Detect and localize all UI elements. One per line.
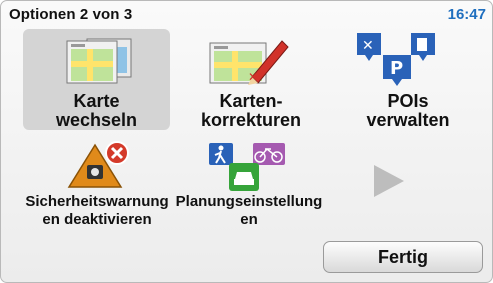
svg-text:✕: ✕ — [248, 70, 258, 84]
speed-camera-warning-icon — [67, 141, 129, 188]
map-switch-icon — [66, 38, 132, 84]
map-corrections-button[interactable]: ✕ Karten- korrekturen — [181, 29, 321, 130]
manage-pois-label: POIs verwalten — [366, 91, 450, 130]
route-planning-icon — [209, 143, 285, 191]
disable-safety-warnings-button[interactable]: Sicherheitswarnung en deaktivieren — [19, 137, 175, 229]
done-button[interactable]: Fertig — [323, 241, 483, 273]
map-correction-icon: ✕ — [209, 40, 289, 85]
svg-text:✕: ✕ — [362, 38, 374, 54]
svg-text:P: P — [390, 58, 403, 79]
screen: Optionen 2 von 3 16:47 Karte wechseln ✕ … — [0, 0, 493, 283]
manage-pois-button[interactable]: ✕ P POIs verwalten — [333, 29, 483, 130]
planning-settings-label: Planungseinstellung en — [175, 193, 323, 228]
disable-safety-warnings-label: Sicherheitswarnung en deaktivieren — [25, 193, 169, 228]
next-arrow-icon[interactable] — [374, 165, 404, 197]
map-corrections-label: Karten- korrekturen — [200, 91, 302, 130]
clock: 16:47 — [447, 6, 486, 23]
poi-icon: ✕ P — [357, 33, 435, 86]
planning-settings-button[interactable]: Planungseinstellung en — [173, 137, 325, 229]
switch-map-label: Karte wechseln — [55, 91, 138, 130]
switch-map-button[interactable]: Karte wechseln — [23, 29, 170, 130]
top-bar: Optionen 2 von 3 16:47 — [1, 1, 492, 27]
page-title: Optionen 2 von 3 — [9, 6, 133, 23]
